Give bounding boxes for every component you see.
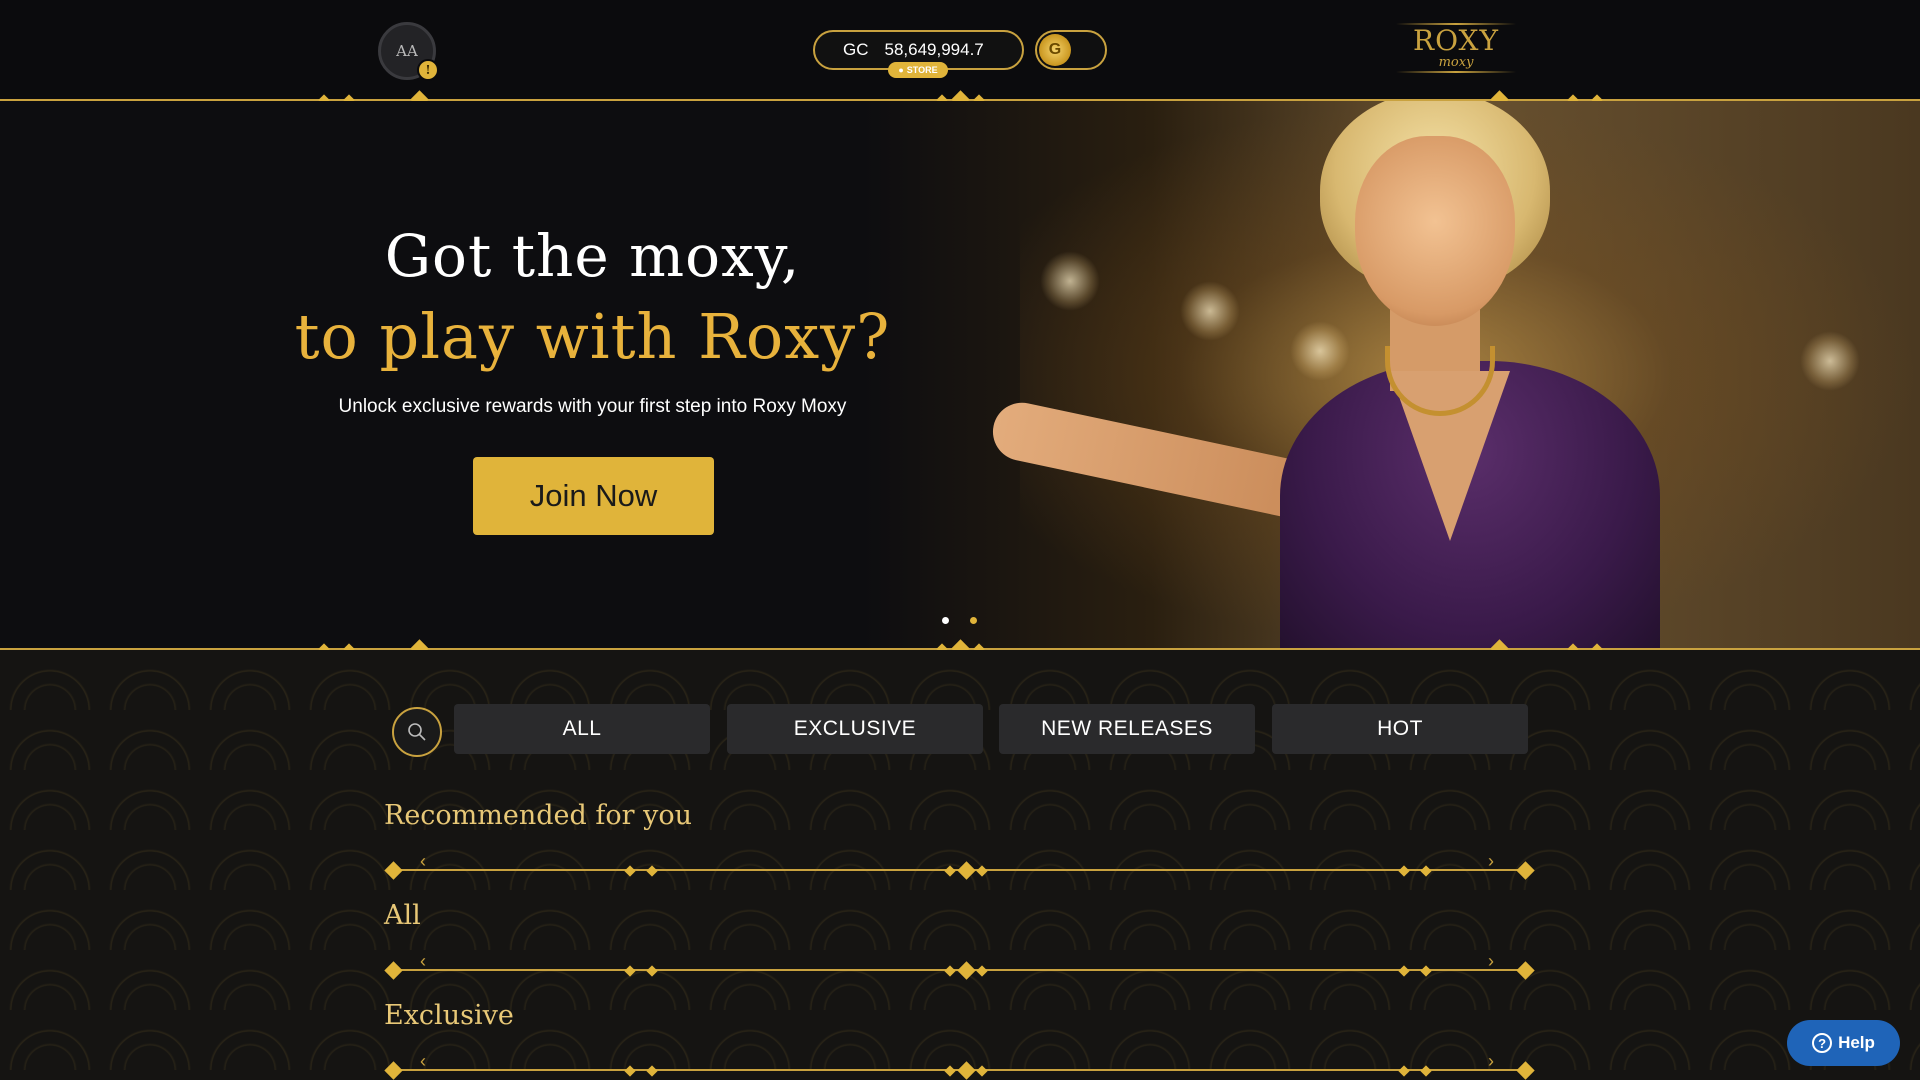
hostess-face <box>1355 136 1515 326</box>
hero-banner[interactable]: Got the moxy, to play with Roxy? Unlock … <box>0 101 1920 648</box>
carousel-dot-2[interactable] <box>968 615 979 626</box>
store-icon: ● <box>898 65 904 75</box>
logo-sub-text: moxy <box>1438 55 1474 70</box>
help-button[interactable]: ? Help <box>1787 1020 1900 1066</box>
coin-icon: G <box>1039 34 1071 66</box>
store-label: STORE <box>906 65 938 75</box>
search-icon <box>408 723 426 741</box>
avatar-initials: AA <box>396 42 418 60</box>
help-icon: ? <box>1812 1033 1833 1053</box>
hero-subtitle: Unlock exclusive rewards with your first… <box>338 396 847 417</box>
section-title-exclusive: Exclusive <box>384 1000 514 1031</box>
store-button[interactable]: ● STORE <box>888 62 948 78</box>
user-avatar[interactable]: AA ! <box>378 22 439 81</box>
tab-all[interactable]: ALL <box>454 704 710 754</box>
top-header: AA ! GC 58,649,994.7 ● STORE G ROXY moxy <box>0 0 1920 100</box>
join-now-button[interactable]: Join Now <box>473 457 714 535</box>
hero-illustration-hostess <box>987 101 1710 648</box>
section-title-recommended: Recommended for you <box>384 800 693 831</box>
section-title-all: All <box>384 900 421 931</box>
chevron-left-icon[interactable]: ‹ <box>420 952 426 970</box>
hero-title-line1: Got the moxy, <box>384 222 801 290</box>
currency-toggle[interactable]: G <box>1035 30 1107 70</box>
logo-main-text: ROXY <box>1413 24 1499 57</box>
logo-ornament-bottom <box>1396 71 1516 73</box>
chandelier-light <box>1040 251 1100 311</box>
chandelier-light <box>1180 281 1240 341</box>
balance-amount: 58,649,994.7 <box>884 40 984 59</box>
chevron-right-icon[interactable]: › <box>1488 952 1494 970</box>
carousel-dot-1[interactable] <box>940 615 951 626</box>
hero-title-line2: to play with Roxy? <box>294 300 891 373</box>
chevron-right-icon[interactable]: › <box>1488 852 1494 870</box>
chevron-left-icon[interactable]: ‹ <box>420 1052 426 1070</box>
currency-label: GC <box>843 40 869 59</box>
chandelier-light <box>1800 331 1860 391</box>
roxy-moxy-logo[interactable]: ROXY moxy <box>1392 22 1520 78</box>
search-button[interactable] <box>392 707 442 757</box>
chevron-right-icon[interactable]: › <box>1488 1052 1494 1070</box>
notification-badge: ! <box>417 59 439 81</box>
tab-new-releases[interactable]: NEW RELEASES <box>999 704 1255 754</box>
chevron-left-icon[interactable]: ‹ <box>420 852 426 870</box>
tab-exclusive[interactable]: EXCLUSIVE <box>727 704 983 754</box>
help-label: Help <box>1838 1033 1875 1052</box>
tab-hot[interactable]: HOT <box>1272 704 1528 754</box>
